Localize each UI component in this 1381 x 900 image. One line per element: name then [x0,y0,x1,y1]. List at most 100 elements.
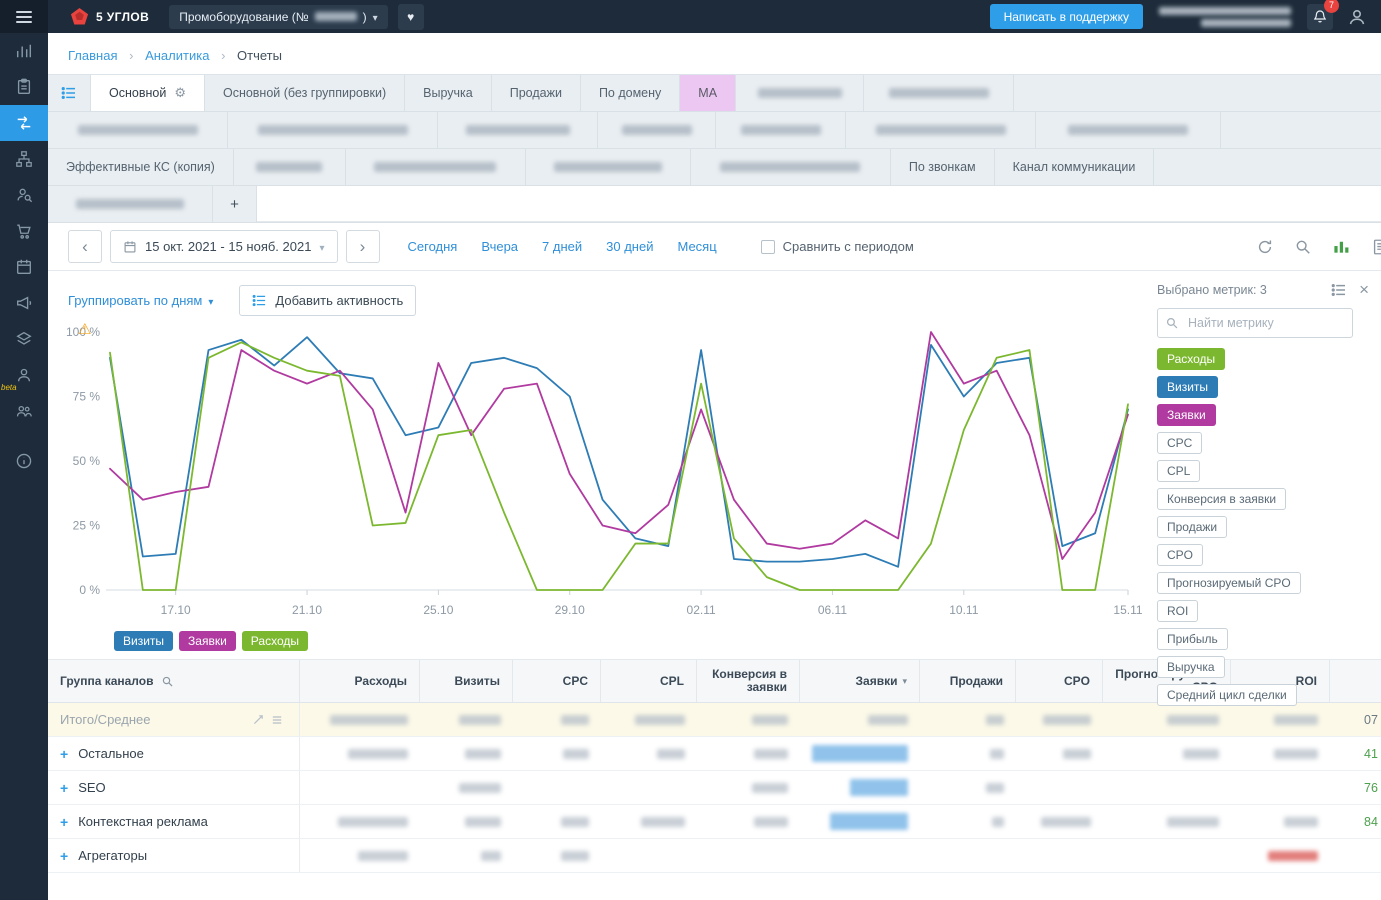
favorites-button[interactable] [398,4,424,30]
tab-blurred[interactable] [48,112,228,148]
quick-range-today[interactable]: Сегодня [408,239,458,254]
metric-chip-cpc[interactable]: CPC [1157,432,1202,454]
metric-chip-revenue[interactable]: Выручка [1157,656,1225,678]
breadcrumb-link-analytics[interactable]: Аналитика [145,48,209,63]
sidebar-item-tasks[interactable] [0,249,48,285]
quick-range-yesterday[interactable]: Вчера [481,239,518,254]
tab-blurred[interactable] [48,186,213,222]
menu-button[interactable] [0,0,48,33]
date-range-picker[interactable]: 15 окт. 2021 - 15 нояб. 2021 [110,230,338,263]
column-header-channel-group[interactable]: Группа каналов [48,660,300,702]
sidebar-item-team[interactable] [0,393,48,429]
tab-blurred[interactable] [846,112,1036,148]
tab-revenue[interactable]: Выручка [405,75,492,111]
metric-chip-avg-cycle[interactable]: Средний цикл сделки [1157,684,1297,706]
search-icon[interactable] [161,675,174,688]
sidebar-item-analytics[interactable] [0,105,48,141]
sidebar-item-visitors[interactable] [0,177,48,213]
sidebar-item-projects[interactable] [0,141,48,177]
tab-blurred[interactable] [526,149,691,185]
expand-icon[interactable] [60,780,68,796]
warning-icon[interactable] [78,320,91,338]
sidebar-item-info[interactable] [0,443,48,479]
list-icon[interactable] [271,714,283,726]
tab-main-no-grouping[interactable]: Основной (без группировки) [205,75,405,111]
tab-blurred[interactable] [346,149,526,185]
tab-main[interactable]: Основной [91,75,205,111]
tab-ma[interactable]: МА [680,75,736,111]
export-icon[interactable] [1371,238,1381,256]
legend-costs[interactable]: Расходы [242,631,308,651]
add-activity-button[interactable]: Добавить активность [239,285,416,316]
tab-by-domain[interactable]: По домену [581,75,680,111]
compare-period-checkbox[interactable]: Сравнить с периодом [761,239,914,254]
tab-effective-ks-copy[interactable]: Эффективные КС (копия) [48,149,234,185]
notifications-button[interactable]: 7 [1307,4,1333,30]
next-period-button[interactable]: › [346,230,380,263]
quick-range-7days[interactable]: 7 дней [542,239,582,254]
column-header-visits[interactable]: Визиты [420,660,513,702]
metric-chip-cpl[interactable]: CPL [1157,460,1200,482]
project-select[interactable]: Промоборудование (№ ) [169,5,387,29]
column-header-cpc[interactable]: CPC [513,660,601,702]
add-tab-button[interactable]: + [213,186,257,222]
metric-chip-leads[interactable]: Заявки [1157,404,1216,426]
metric-chip-sales[interactable]: Продажи [1157,516,1227,538]
quick-range-30days[interactable]: 30 дней [606,239,653,254]
tab-blurred[interactable] [864,75,1014,111]
legend-visits[interactable]: Визиты [114,631,173,651]
breadcrumb-link-home[interactable]: Главная [68,48,117,63]
sidebar-item-dashboard[interactable] [0,33,48,69]
tab-blurred[interactable] [691,149,891,185]
refresh-icon[interactable] [1256,238,1274,256]
tab-blurred[interactable] [716,112,846,148]
table-row-other[interactable]: Остальное 41 [48,737,1381,771]
tab-blurred[interactable] [228,112,438,148]
tab-by-calls[interactable]: По звонкам [891,149,995,185]
table-row-seo[interactable]: SEO 76 [48,771,1381,805]
table-row-context-ads[interactable]: Контекстная реклама 84 [48,805,1381,839]
tab-blurred[interactable] [736,75,864,111]
tab-blurred[interactable] [1036,112,1221,148]
quick-range-month[interactable]: Месяц [677,239,716,254]
tab-blurred[interactable] [438,112,598,148]
expand-icon[interactable] [60,746,68,762]
column-header-leads[interactable]: Заявки [800,660,920,702]
link-icon[interactable] [252,714,264,726]
list-icon[interactable] [1331,282,1347,298]
metric-chip-conversion[interactable]: Конверсия в заявки [1157,488,1286,510]
sidebar-item-reports[interactable] [0,69,48,105]
expand-icon[interactable] [60,814,68,830]
metric-search-input[interactable] [1157,308,1353,338]
sidebar-item-orders[interactable] [0,213,48,249]
tab-blurred[interactable] [598,112,716,148]
table-row-aggregators[interactable]: Агрегаторы [48,839,1381,873]
legend-leads[interactable]: Заявки [179,631,236,651]
sidebar-item-marketing[interactable] [0,285,48,321]
metric-chip-roi[interactable]: ROI [1157,600,1198,622]
table-row-total[interactable]: Итого/Среднее 07 [48,703,1381,737]
support-button[interactable]: Написать в поддержку [990,4,1143,29]
search-icon[interactable] [1294,238,1312,256]
column-header-cpo[interactable]: CPO [1016,660,1103,702]
checkbox[interactable] [761,240,775,254]
gear-icon[interactable] [174,85,186,101]
metric-chip-costs[interactable]: Расходы [1157,348,1225,370]
user-menu-button[interactable] [1343,3,1371,31]
column-header-conversion[interactable]: Конверсия в заявки [697,660,800,702]
tab-blurred[interactable] [234,149,346,185]
group-by-select[interactable]: Группировать по дням [68,293,213,308]
tabs-list-button[interactable] [48,75,91,111]
column-header-sales[interactable]: Продажи [920,660,1016,702]
column-header-cpl[interactable]: CPL [601,660,697,702]
tab-communication-channel[interactable]: Канал коммуникации [995,149,1155,185]
expand-icon[interactable] [60,848,68,864]
sidebar-item-beta[interactable]: beta [0,357,48,393]
metric-chip-profit[interactable]: Прибыль [1157,628,1228,650]
tab-sales[interactable]: Продажи [492,75,581,111]
chart-view-icon[interactable] [1332,237,1351,256]
prev-period-button[interactable]: ‹ [68,230,102,263]
metric-chip-cpo[interactable]: CPO [1157,544,1203,566]
sidebar-item-integrations[interactable] [0,321,48,357]
close-icon[interactable]: × [1359,281,1369,298]
